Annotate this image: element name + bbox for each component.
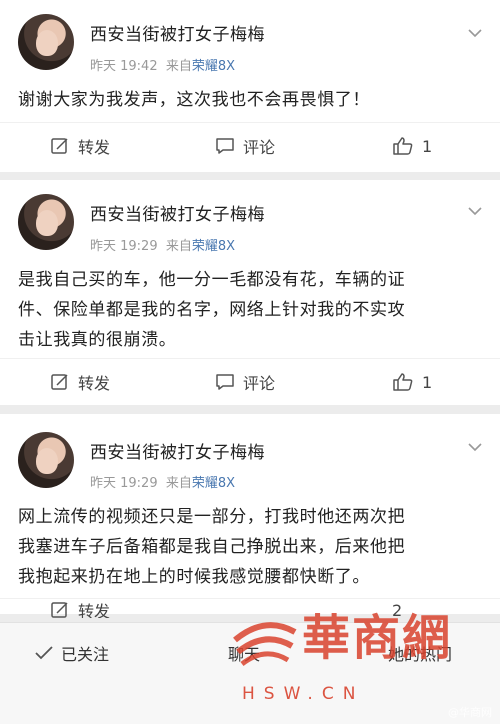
post-time: 昨天 19:29 (90, 476, 158, 491)
post-text: 网上流传的视频还只是一部分，打我时他还两次把 我塞进车子后备箱都是我自己挣脱出来… (18, 502, 482, 592)
chat-button[interactable]: 聊天 (228, 623, 260, 683)
comment-button[interactable]: 评论 (215, 359, 275, 405)
repost-button[interactable]: 转发 (50, 123, 110, 169)
like-count: 1 (422, 136, 433, 156)
repost-label: 转发 (78, 138, 111, 157)
checkmark-icon (35, 646, 53, 660)
post-actions: 转发 评论 1 (0, 122, 500, 168)
source-link[interactable]: 荣耀8X (192, 476, 235, 491)
post-text-line: 网上流传的视频还只是一部分，打我时他还两次把 (18, 507, 406, 527)
repost-icon (51, 374, 68, 390)
comment-icon (216, 374, 234, 390)
weibo-post-1: 西安当街被打女子梅梅 昨天 19:42 来自荣耀8X 谢谢大家为我发声，这次我也… (0, 0, 500, 172)
post-text: 是我自己买的车，他一分一毛都没有花，车辆的证 件、保险单都是我的名字，网络上针对… (18, 265, 482, 355)
thumbs-up-icon (393, 373, 413, 391)
her-hot-label: 她的热门 (388, 645, 453, 664)
chevron-down-icon[interactable] (468, 206, 482, 216)
repost-button[interactable]: 转发 (50, 599, 111, 618)
thumbs-up-icon (393, 137, 413, 155)
author-name[interactable]: 西安当街被打女子梅梅 (90, 20, 265, 45)
followed-button[interactable]: 已关注 (35, 623, 109, 683)
profile-bottom-bar: 已关注 聊天 她的热门 (0, 622, 500, 682)
like-count: 1 (422, 372, 433, 392)
comment-icon (216, 138, 234, 154)
source-prefix: 来自 (165, 59, 192, 74)
source-prefix: 来自 (165, 239, 192, 254)
post-text: 谢谢大家为我发声，这次我也不会再畏惧了！ (18, 90, 370, 110)
source-prefix: 来自 (165, 476, 192, 491)
followed-label: 已关注 (61, 645, 110, 664)
repost-icon (51, 602, 68, 618)
repost-label: 转发 (78, 602, 111, 618)
post-meta: 昨天 19:42 来自荣耀8X (90, 55, 235, 74)
weibo-post-3: 西安当街被打女子梅梅 昨天 19:29 来自荣耀8X 网上流传的视频还只是一部分… (0, 414, 500, 618)
author-name[interactable]: 西安当街被打女子梅梅 (90, 438, 265, 463)
repost-icon (51, 138, 68, 154)
source-link[interactable]: 荣耀8X (192, 59, 235, 74)
like-button[interactable]: 1 (392, 123, 432, 169)
post-actions: 转发 2 (0, 598, 500, 618)
post-text-line: 我塞进车子后备箱都是我自己挣脱出来，后来他把 (18, 537, 406, 557)
avatar[interactable] (18, 432, 74, 488)
post-meta: 昨天 19:29 来自荣耀8X (90, 472, 235, 491)
post-time: 昨天 19:42 (90, 59, 158, 74)
avatar[interactable] (18, 14, 74, 70)
comment-label: 评论 (243, 374, 276, 393)
avatar[interactable] (18, 194, 74, 250)
author-name[interactable]: 西安当街被打女子梅梅 (90, 200, 265, 225)
weibo-post-2: 西安当街被打女子梅梅 昨天 19:29 来自荣耀8X 是我自己买的车，他一分一毛… (0, 180, 500, 405)
post-time: 昨天 19:29 (90, 239, 158, 254)
like-button[interactable]: 2 (392, 599, 403, 619)
bottom-strip (0, 682, 500, 724)
post-text-line: 是我自己买的车，他一分一毛都没有花，车辆的证 (18, 270, 406, 290)
like-count: 2 (392, 600, 403, 619)
chat-label: 聊天 (228, 645, 261, 664)
post-text-line: 件、保险单都是我的名字，网络上针对我的不实攻 (18, 300, 406, 320)
like-button[interactable]: 1 (392, 359, 432, 405)
post-text-line: 击让我真的很崩溃。 (18, 330, 177, 350)
comment-button[interactable]: 评论 (215, 123, 275, 169)
her-hot-button[interactable]: 她的热门 (388, 623, 452, 683)
post-text-line: 我抱起来扔在地上的时候我感觉腰都快断了。 (18, 567, 370, 587)
repost-button[interactable]: 转发 (50, 359, 110, 405)
chevron-down-icon[interactable] (468, 442, 482, 452)
source-link[interactable]: 荣耀8X (192, 239, 235, 254)
repost-label: 转发 (78, 374, 111, 393)
post-meta: 昨天 19:29 来自荣耀8X (90, 235, 235, 254)
comment-label: 评论 (243, 138, 276, 157)
post-actions: 转发 评论 1 (0, 358, 500, 404)
chevron-down-icon[interactable] (468, 28, 482, 38)
